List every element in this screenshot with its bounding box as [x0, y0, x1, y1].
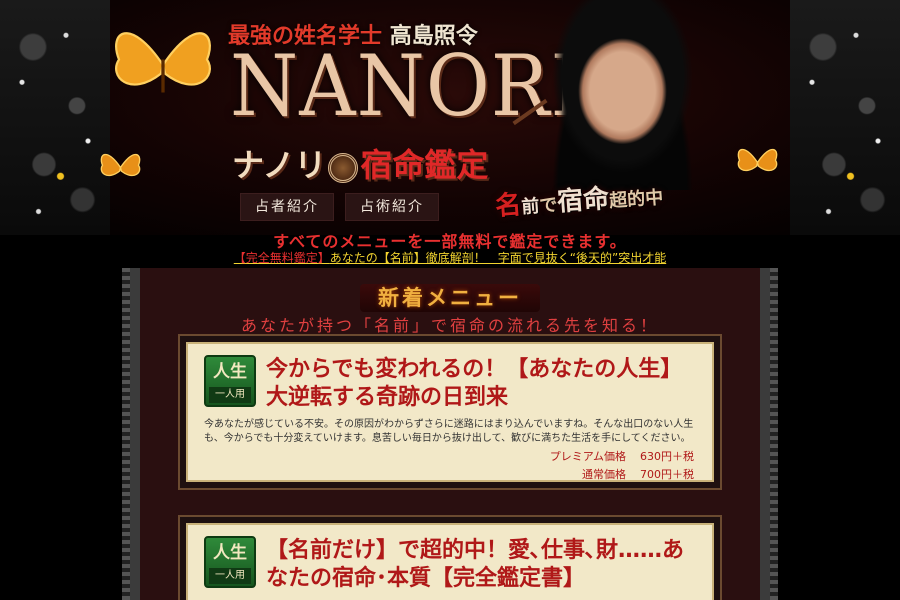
premium-price: プレミアム価格 630円＋税 — [550, 448, 694, 464]
small-butterfly-icon — [737, 148, 778, 172]
category-badge[interactable]: 人生 一人用 — [204, 355, 256, 407]
site-header: 最強の姓名学士 高島照令 NANORI ナノリ 宿命鑑定 名前で宿命超的中 占者紹… — [0, 0, 900, 235]
free-reading-link[interactable]: 【完全無料鑑定】あなたの【名前】徹底解剖！ 字面で見抜く“後天的”突出才能 — [0, 249, 900, 266]
nav-fortune-method-intro[interactable]: 占術紹介 — [345, 193, 439, 221]
menu-title-link[interactable]: 今からでも変われるの！【あなたの人生】大逆転する奇跡の日到来 — [266, 356, 694, 412]
site-logo-subtitle: ナノリ 宿命鑑定 — [232, 140, 488, 186]
butterfly-icon — [115, 32, 211, 93]
site-logo[interactable]: NANORI — [230, 45, 582, 129]
menu-card[interactable]: 人生 一人用 【名前だけ】で超的中！愛､仕事､財……あなたの宿命･本質【完全鑑定… — [180, 517, 720, 600]
emblem-icon — [328, 152, 359, 183]
logo-sub-left: ナノリ — [232, 146, 327, 184]
right-flower-decoration — [790, 0, 900, 235]
logo-sub-right: 宿命鑑定 — [360, 146, 489, 184]
normal-price-value: 700円＋税 — [640, 468, 694, 481]
badge-sublabel: 一人用 — [209, 387, 251, 403]
menu-title-link[interactable]: 【名前だけ】で超的中！愛､仕事､財……あなたの宿命･本質【完全鑑定書】 — [266, 537, 694, 593]
small-butterfly-icon — [100, 153, 141, 177]
menu-description: 今あなたが感じている不安。その原因がわからずさらに迷路にはまり込んでいますね。そ… — [204, 419, 694, 444]
header-catchphrase: 名前で宿命超的中 — [494, 174, 664, 223]
badge-sublabel: 一人用 — [209, 568, 251, 584]
nav-fortune-teller-intro[interactable]: 占者紹介 — [240, 193, 334, 221]
left-flower-decoration — [0, 0, 110, 235]
premium-price-label: プレミアム価格 — [549, 450, 626, 463]
catch-part: で — [538, 194, 559, 217]
catch-part: 前 — [520, 195, 541, 219]
category-badge[interactable]: 人生 一人用 — [204, 536, 256, 588]
catch-part: 超的中 — [608, 187, 664, 212]
catch-part: 名 — [494, 190, 523, 222]
normal-price-label: 通常価格 — [582, 468, 626, 481]
premium-price-value: 630円＋税 — [640, 450, 694, 463]
new-menu-heading: 新着メニュー — [360, 284, 540, 312]
free-reading-link-text: あなたの【名前】徹底解剖！ 字面で見抜く“後天的”突出才能 — [329, 251, 667, 265]
normal-price: 通常価格 700円＋税 — [582, 466, 694, 482]
fortune-teller-portrait — [540, 0, 705, 190]
new-menu-subheading: あなたが持つ「名前」で宿命の流れる先を知る！ — [240, 316, 659, 335]
menu-card[interactable]: 人生 一人用 今からでも変われるの！【あなたの人生】大逆転する奇跡の日到来 今あ… — [180, 336, 720, 488]
badge-label: 人生 — [213, 362, 247, 382]
badge-label: 人生 — [213, 543, 247, 563]
free-reading-link-tag: 【完全無料鑑定】 — [233, 251, 330, 265]
catch-part: 宿命 — [556, 183, 611, 218]
